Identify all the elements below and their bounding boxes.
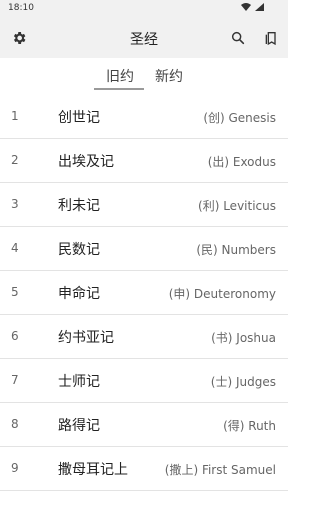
book-row[interactable]: 3 利未记 (利) Leviticus <box>0 183 288 227</box>
wifi-icon <box>241 3 251 14</box>
book-number: 6 <box>11 329 19 343</box>
book-row[interactable]: 9 撒母耳记上 (撒上) First Samuel <box>0 447 288 491</box>
book-name: 申命记 <box>58 286 100 302</box>
book-name: 民数记 <box>58 242 100 258</box>
status-bar: 18:10 <box>0 0 288 18</box>
book-number: 4 <box>11 241 19 255</box>
book-number: 5 <box>11 285 19 299</box>
book-name: 士师记 <box>58 374 100 390</box>
book-number: 3 <box>11 197 19 211</box>
book-row[interactable]: 7 士师记 (士) Judges <box>0 359 288 403</box>
status-icons <box>241 3 264 14</box>
book-number: 1 <box>11 109 19 123</box>
book-row[interactable]: 4 民数记 (民) Numbers <box>0 227 288 271</box>
book-name: 创世记 <box>58 110 100 126</box>
signal-icon <box>255 3 264 14</box>
book-english-name: (士) Judges <box>210 375 276 389</box>
book-name: 利未记 <box>58 198 100 214</box>
book-number: 2 <box>11 153 19 167</box>
book-english-name: (民) Numbers <box>196 243 276 257</box>
app-bar: 圣经 <box>0 18 288 58</box>
tab-old-testament[interactable]: 旧约 <box>106 66 134 86</box>
book-row[interactable]: 6 约书亚记 (书) Joshua <box>0 315 288 359</box>
book-row[interactable]: 1 创世记 (创) Genesis <box>0 95 288 139</box>
bookmarks-icon[interactable] <box>261 28 281 48</box>
book-english-name: (申) Deuteronomy <box>168 287 276 301</box>
book-english-name: (得) Ruth <box>223 419 276 433</box>
book-number: 9 <box>11 461 19 475</box>
book-row[interactable]: 2 出埃及记 (出) Exodus <box>0 139 288 183</box>
book-number: 8 <box>11 417 19 431</box>
active-tab-indicator <box>94 88 144 90</box>
book-english-name: (书) Joshua <box>211 331 276 345</box>
book-name: 路得记 <box>58 418 100 434</box>
book-name: 撒母耳记上 <box>58 462 128 478</box>
book-english-name: (利) Leviticus <box>198 199 276 213</box>
book-row[interactable]: 5 申命记 (申) Deuteronomy <box>0 271 288 315</box>
book-row[interactable]: 8 路得记 (得) Ruth <box>0 403 288 447</box>
search-icon[interactable] <box>228 28 248 48</box>
book-english-name: (创) Genesis <box>203 111 276 125</box>
tab-new-testament[interactable]: 新约 <box>155 66 183 86</box>
book-list: 1 创世记 (创) Genesis 2 出埃及记 (出) Exodus 3 利未… <box>0 95 288 491</box>
book-number: 7 <box>11 373 19 387</box>
status-time: 18:10 <box>8 3 34 13</box>
book-name: 出埃及记 <box>58 154 114 170</box>
testament-tabs: 旧约 新约 <box>0 58 288 94</box>
book-english-name: (出) Exodus <box>207 155 276 169</box>
book-name: 约书亚记 <box>58 330 114 346</box>
book-english-name: (撒上) First Samuel <box>164 463 276 477</box>
